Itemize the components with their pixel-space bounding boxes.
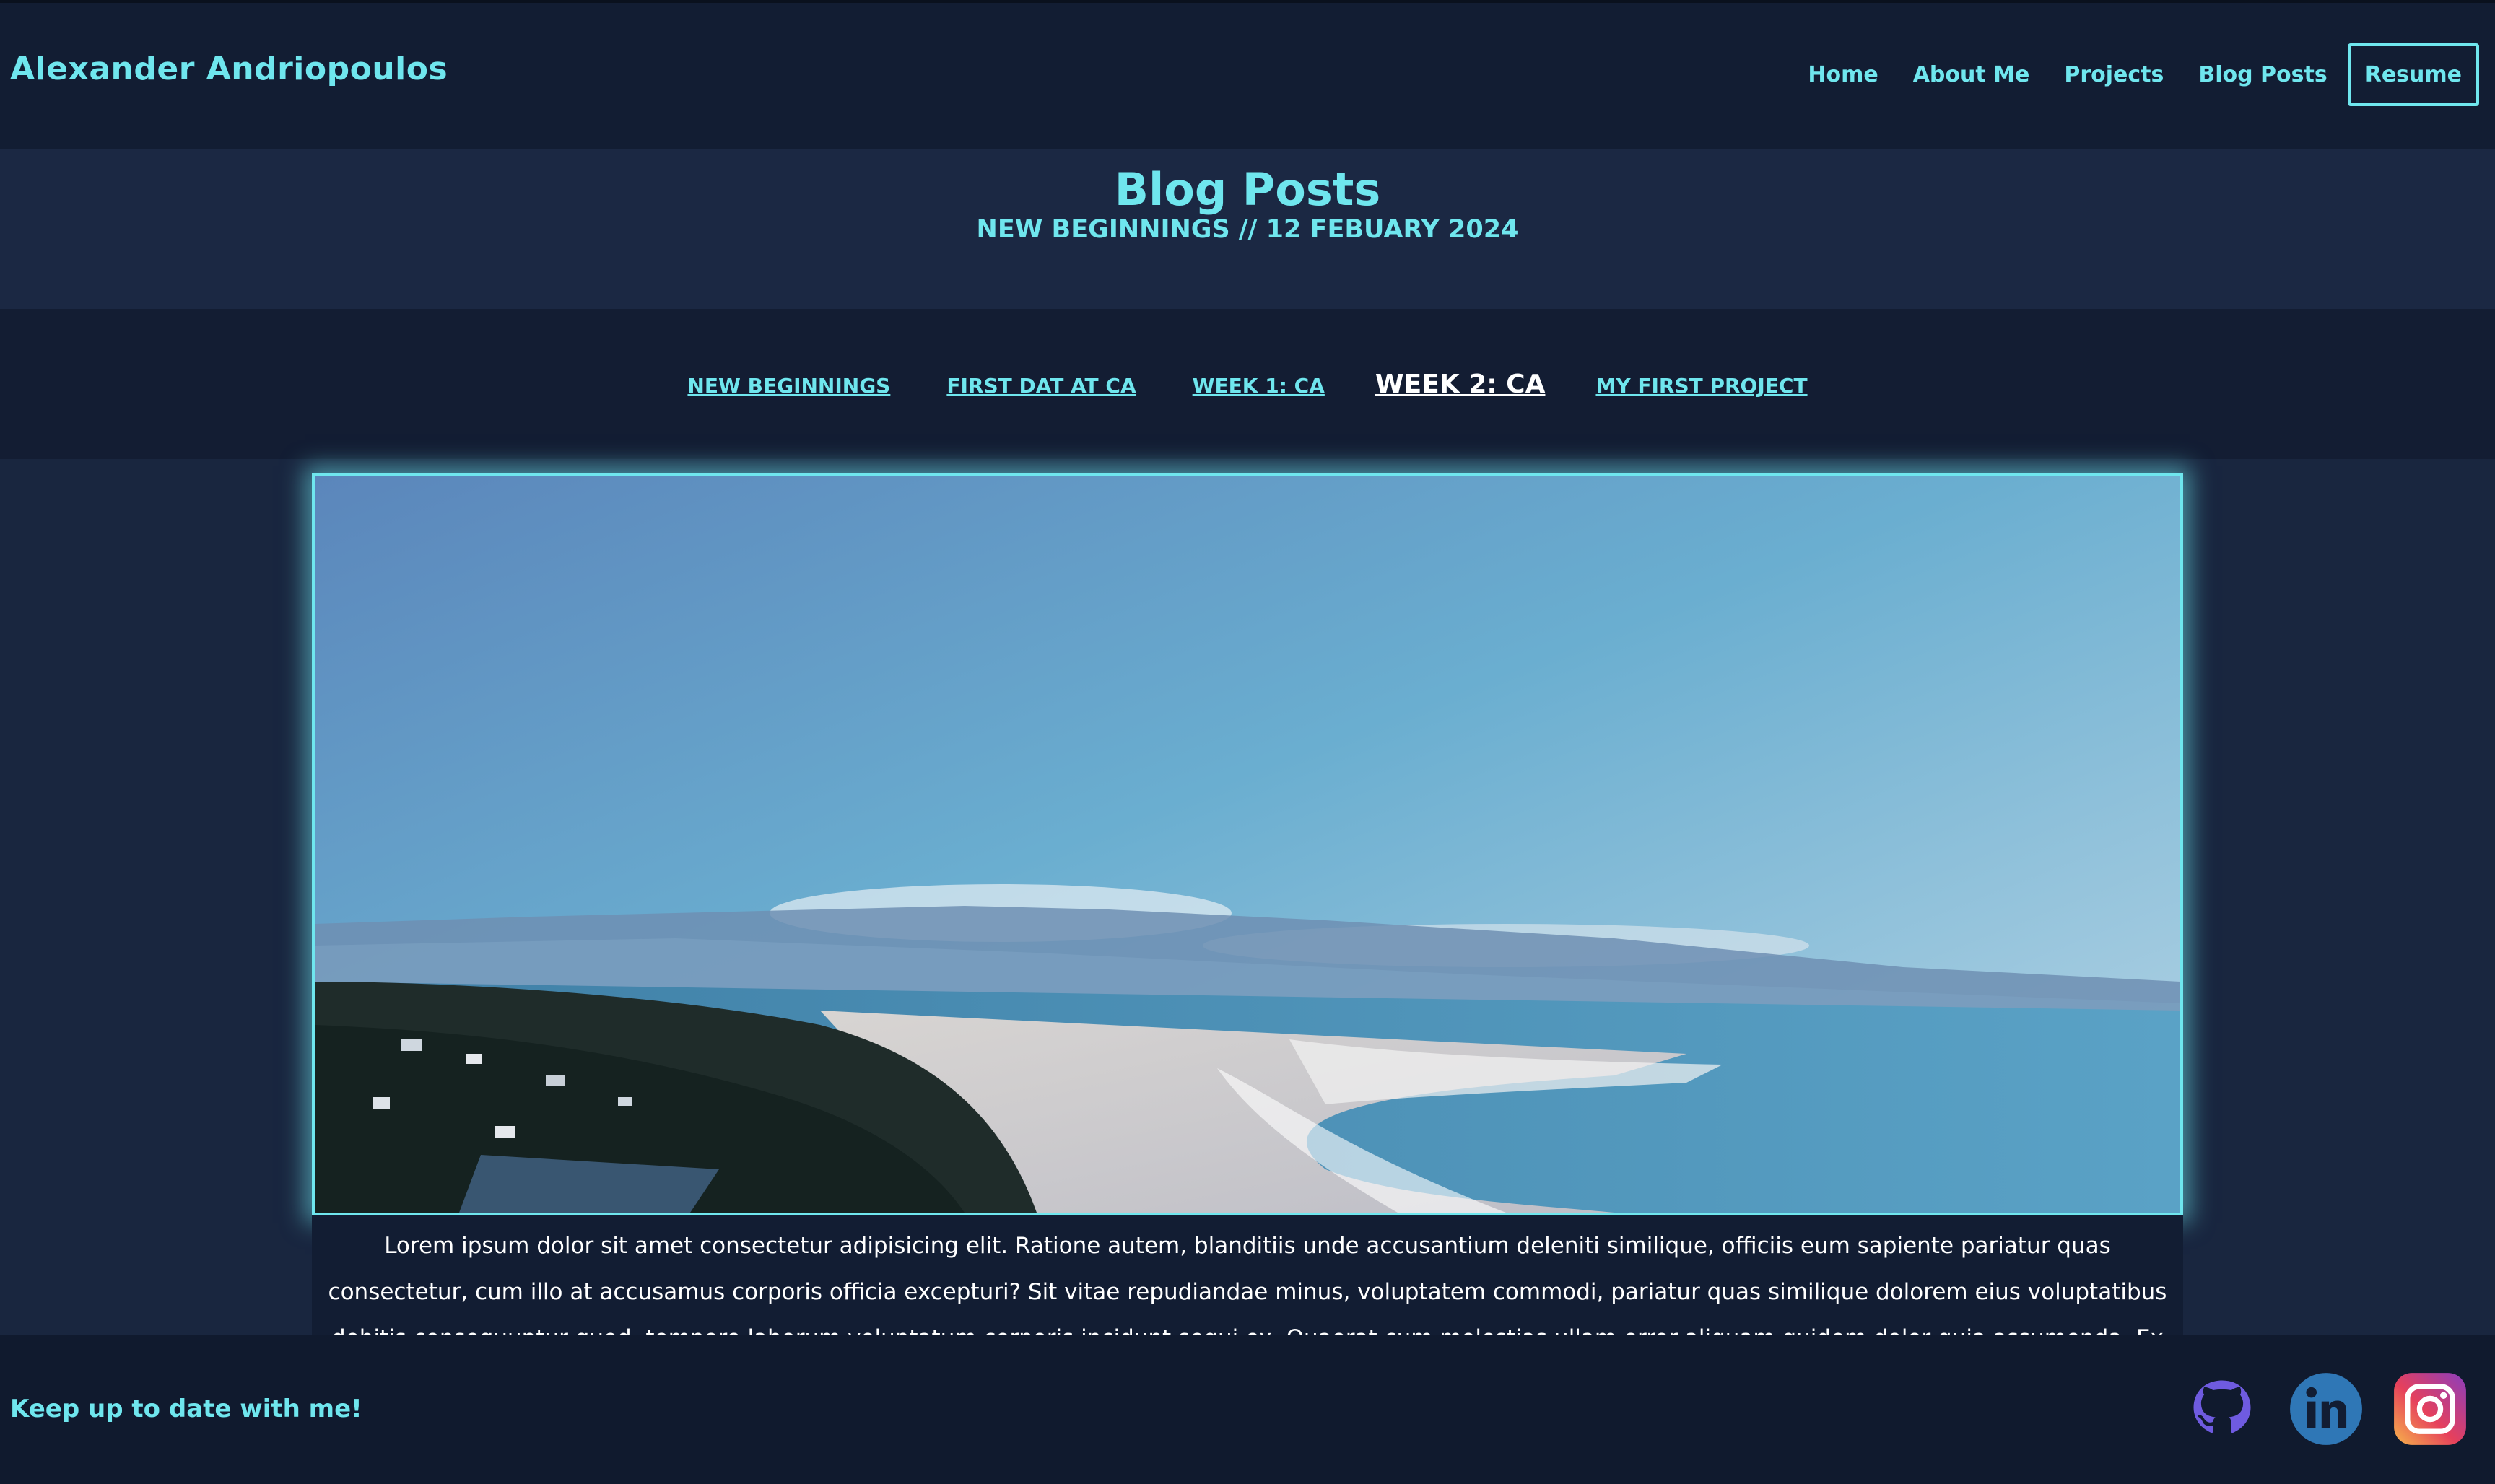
blog-paragraph: Lorem ipsum dolor sit amet consectetur a… [328,1233,2167,1335]
page-title: Blog Posts [1114,163,1381,216]
blog-content: Lorem ipsum dolor sit amet consectetur a… [312,1215,2183,1335]
nav-home[interactable]: Home [1808,62,1878,87]
post-link-new-beginnings[interactable]: NEW BEGINNINGS [687,374,890,398]
post-link-week-2-ca[interactable]: WEEK 2: CA [1375,370,1546,399]
github-icon[interactable] [2185,1371,2260,1446]
footer-text: Keep up to date with me! [10,1394,362,1423]
post-link-first-day-at-ca[interactable]: FIRST DAT AT CA [946,374,1136,398]
post-link-week-1-ca[interactable]: WEEK 1: CA [1193,374,1325,398]
blog-hero-image [312,473,2183,1215]
page: Alexander Andriopoulos Home About Me Pro… [0,0,2495,1484]
linkedin-icon[interactable] [2289,1371,2364,1446]
coastal-landscape-photo [315,476,2180,1213]
site-header: Alexander Andriopoulos Home About Me Pro… [0,0,2495,149]
nav-projects[interactable]: Projects [2064,62,2164,87]
title-band: Blog Posts NEW BEGINNINGS // 12 FEBUARY … [0,149,2495,309]
main-nav: Home About Me Projects Blog Posts Resume [1773,43,2479,106]
social-links [2156,1371,2468,1446]
nav-about-me[interactable]: About Me [1913,62,2030,87]
instagram-icon[interactable] [2392,1371,2468,1446]
post-link-my-first-project[interactable]: MY FIRST PROJECT [1595,374,1807,398]
nav-blog-posts[interactable]: Blog Posts [2198,62,2327,87]
site-brand[interactable]: Alexander Andriopoulos [10,51,448,87]
post-nav-band: NEW BEGINNINGS FIRST DAT AT CA WEEK 1: C… [0,309,2495,459]
page-subtitle: NEW BEGINNINGS // 12 FEBUARY 2024 [976,215,1519,244]
post-nav: NEW BEGINNINGS FIRST DAT AT CA WEEK 1: C… [0,370,2495,399]
resume-button[interactable]: Resume [2347,43,2479,106]
site-footer: Keep up to date with me! [0,1335,2495,1484]
